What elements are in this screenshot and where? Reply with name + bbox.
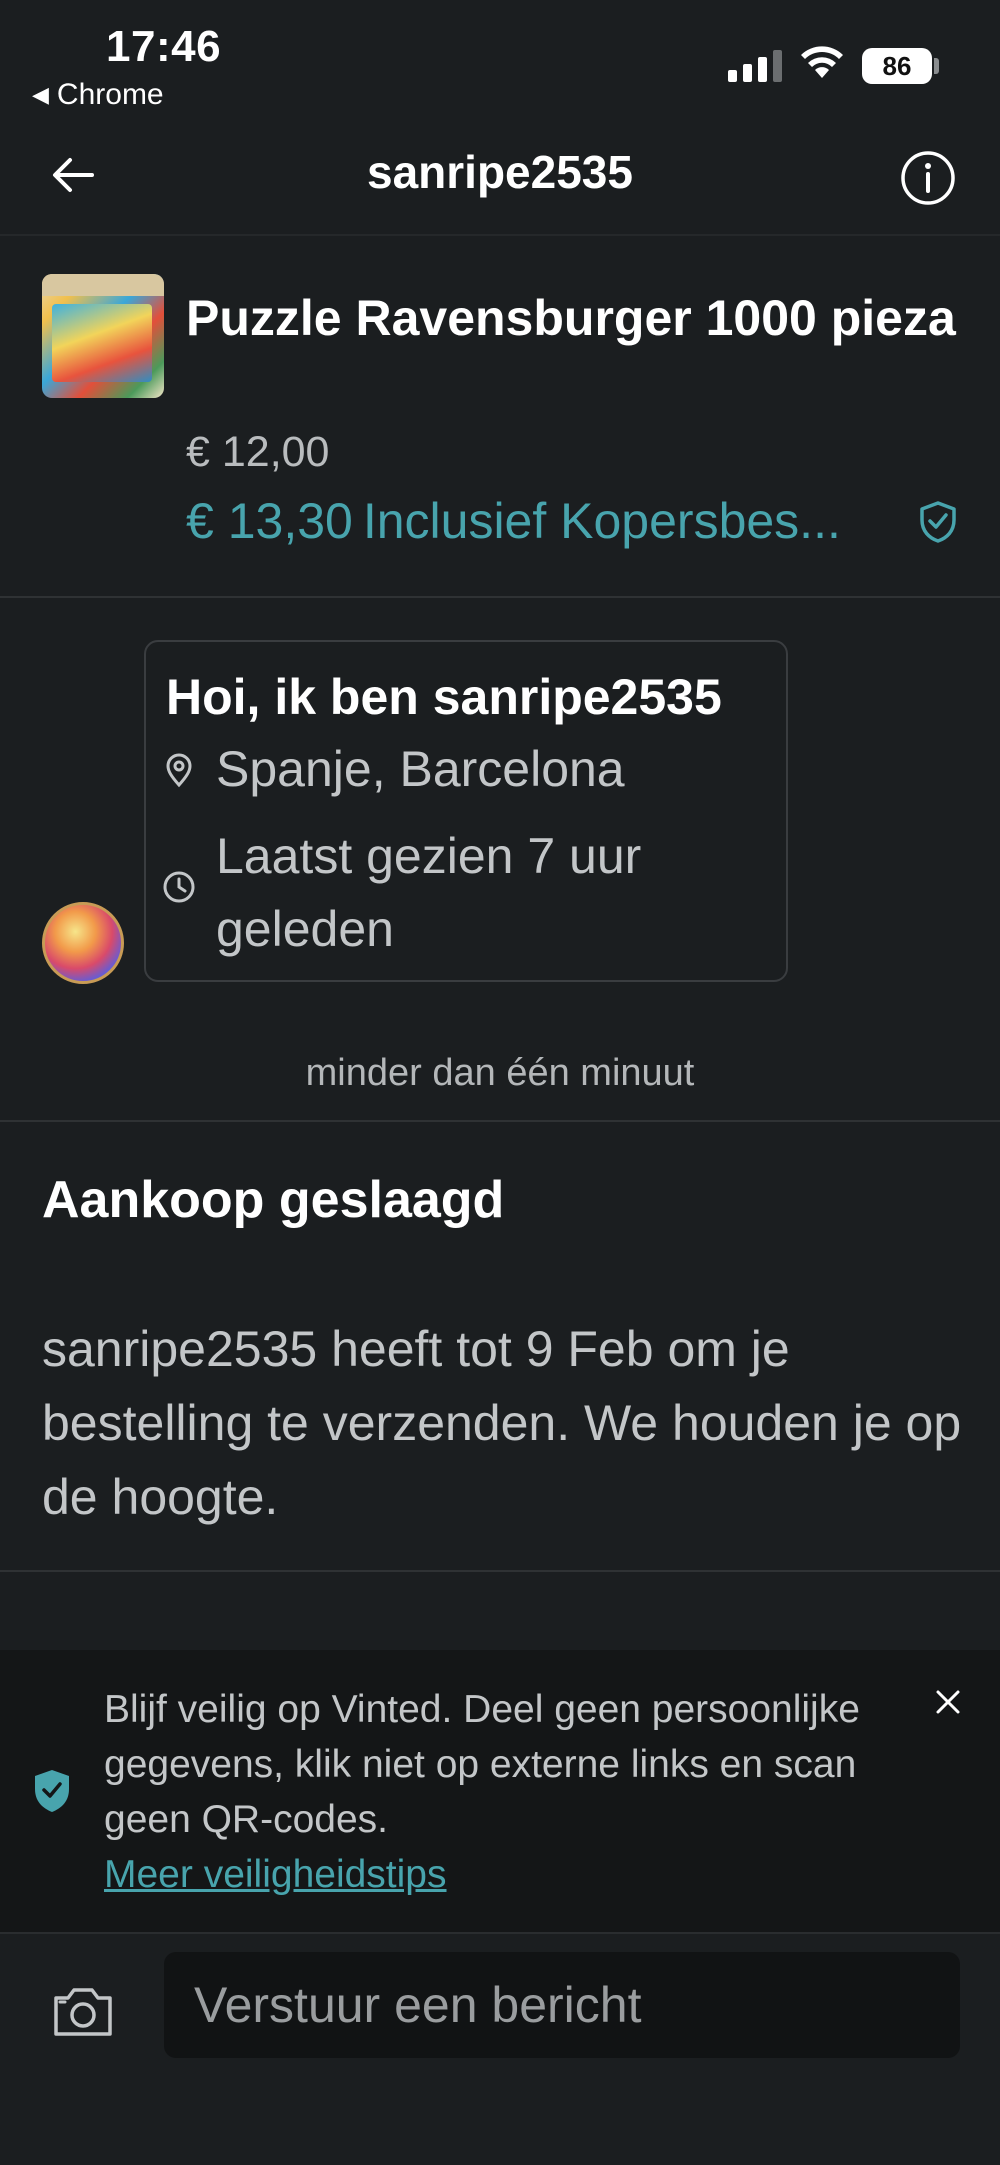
cellular-signal-icon — [728, 50, 782, 82]
buyer-protection-label: Inclusief Kopersbes... — [362, 493, 841, 549]
message-input[interactable] — [164, 1952, 960, 2058]
timestamp-divider — [0, 1120, 1000, 1122]
message-timestamp: minder dan één minuut — [305, 1052, 695, 1094]
status-time: 17:46 — [106, 22, 222, 71]
seller-location: Spanje, Barcelona — [216, 741, 625, 797]
safety-banner-message: Blijf veilig op Vinted. Deel geen persoo… — [104, 1688, 860, 1841]
info-icon[interactable] — [900, 150, 956, 206]
status-divider — [0, 1570, 1000, 1572]
conversation-title: sanripe2535 — [367, 146, 633, 198]
seller-last-seen: Laatst gezien 7 uur geleden — [216, 828, 642, 957]
price-incl-value: € 13,30 — [186, 493, 353, 549]
item-divider — [0, 596, 1000, 598]
close-icon[interactable] — [930, 1684, 966, 1720]
battery-nub — [934, 58, 939, 74]
clock-icon — [163, 871, 195, 903]
back-triangle-icon: ◀ — [32, 82, 49, 107]
composer-divider — [0, 1932, 1000, 1934]
item-price-with-protection[interactable]: € 13,30 Inclusief Kopersbes... — [186, 492, 841, 550]
item-price: € 12,00 — [186, 428, 330, 476]
back-app-label: Chrome — [56, 78, 164, 111]
camera-icon[interactable] — [50, 1984, 116, 2040]
seller-avatar[interactable] — [42, 902, 124, 984]
shield-check-icon — [920, 501, 956, 543]
back-to-app-link[interactable]: ◀ Chrome — [32, 78, 164, 112]
item-title[interactable]: Puzzle Ravensburger 1000 pieza — [186, 282, 966, 355]
location-pin-icon — [166, 753, 192, 788]
safety-banner-text-block: Blijf veilig op Vinted. Deel geen persoo… — [104, 1682, 884, 1902]
purchase-status-title: Aankoop geslaagd — [42, 1171, 505, 1229]
battery-indicator: 86 — [862, 48, 932, 84]
safety-shield-icon — [35, 1770, 69, 1812]
header-divider — [0, 234, 1000, 236]
item-thumbnail[interactable] — [42, 274, 164, 398]
purchase-status-body: sanripe2535 heeft tot 9 Feb om je bestel… — [42, 1321, 962, 1525]
seller-greeting: Hoi, ik ben sanripe2535 — [166, 669, 722, 725]
wifi-icon — [801, 46, 843, 78]
safety-tips-link[interactable]: Meer veiligheidstips — [104, 1847, 884, 1902]
